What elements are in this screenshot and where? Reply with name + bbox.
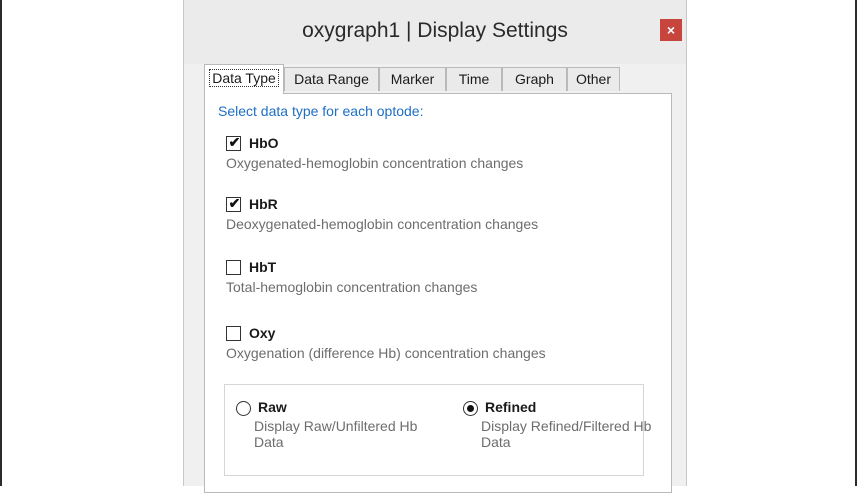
radio-description: Display Raw/Unfiltered Hb Data [254,418,418,450]
radio-icon[interactable] [236,401,251,416]
title-bar[interactable]: oxygraph1 | Display Settings × [184,0,686,64]
radio-title[interactable]: Refined [485,399,536,415]
display-settings-dialog: oxygraph1 | Display Settings × Data Type… [183,0,687,493]
option-description: Oxygenation (difference Hb) concentratio… [226,345,546,361]
option-title[interactable]: HbO [249,135,279,151]
checkbox-icon[interactable]: ✔ [226,134,241,151]
close-icon: × [666,22,676,38]
radio-icon[interactable] [463,401,478,416]
checkbox-icon[interactable]: ✔ [226,195,241,212]
checkbox-icon[interactable] [226,326,241,341]
tab-label: Time [458,71,490,87]
display-mode-group: Raw Display Raw/Unfiltered Hb Data Refin… [224,384,651,476]
tab-data-range[interactable]: Data Range [284,67,379,91]
radio-description: Display Refined/Filtered Hb Data [481,418,652,450]
check-mark-icon: ✔ [228,195,241,211]
data-type-panel: Select data type for each optode: ✔ HbO … [204,93,672,493]
tab-time[interactable]: Time [446,67,502,91]
option-description: Deoxygenated-hemoglobin concentration ch… [226,216,539,232]
tab-graph[interactable]: Graph [502,67,567,91]
tab-label: Marker [390,71,435,87]
window-title: oxygraph1 | Display Settings [302,19,568,42]
tab-marker[interactable]: Marker [379,67,446,91]
tab-label: Graph [515,71,554,87]
tab-label: Data Range [294,71,369,87]
close-button[interactable]: × [660,19,682,41]
panel-heading: Select data type for each optode: [218,103,424,119]
tab-other[interactable]: Other [567,67,620,91]
option-title[interactable]: Oxy [249,325,275,341]
tab-label: Other [575,71,611,87]
tab-data-type[interactable]: Data Type [204,64,284,94]
checkbox-icon[interactable] [226,260,241,275]
option-description: Total-hemoglobin concentration changes [226,279,478,295]
option-title[interactable]: HbR [249,196,278,212]
tab-label: Data Type [209,69,279,87]
check-mark-icon: ✔ [228,134,241,150]
radio-title[interactable]: Raw [258,399,287,415]
option-description: Oxygenated-hemoglobin concentration chan… [226,155,524,171]
option-title[interactable]: HbT [249,259,276,275]
radio-selected-dot [467,405,474,412]
